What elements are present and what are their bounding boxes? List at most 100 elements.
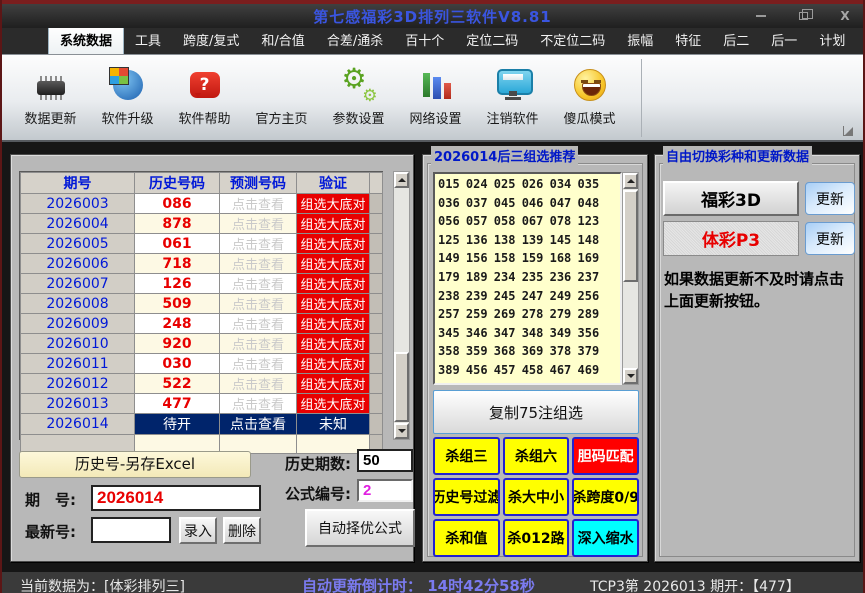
table-scrollbar[interactable] bbox=[393, 171, 410, 440]
dialog-launcher-icon[interactable] bbox=[843, 126, 853, 136]
menu-tab[interactable]: 不定位二码 bbox=[529, 26, 616, 54]
menu-tab[interactable]: 和/合值 bbox=[250, 26, 315, 54]
menu-tab-strip: 系统数据 工具 跨度/复式 和/合值 合差/通杀 百十个 定位二码 不定位二码 振幅 特征 后二 后一… bbox=[2, 25, 865, 54]
menu-tab[interactable]: 特征 bbox=[664, 26, 712, 54]
toolbar-button[interactable]: 傻瓜模式 bbox=[551, 63, 628, 127]
formula-number-label: 公式编号: bbox=[285, 485, 351, 503]
history-panel: 期号 历史号码 预测号码 验证 2026003 086 点击查看 组选大底对 2… bbox=[10, 154, 415, 562]
toolbar-button[interactable]: 数据更新 bbox=[12, 63, 89, 127]
scroll-up-icon[interactable] bbox=[394, 172, 409, 188]
table-row: 2026005 061 点击查看 组选大底对 bbox=[20, 233, 383, 254]
table-row: 2026013 477 点击查看 组选大底对 bbox=[20, 393, 383, 414]
filter-button[interactable]: 杀大中小 bbox=[502, 478, 570, 516]
export-excel-button[interactable]: 历史号-另存Excel bbox=[19, 451, 251, 478]
main-content: 期号 历史号码 预测号码 验证 2026003 086 点击查看 组选大底对 2… bbox=[2, 142, 863, 572]
minimize-icon bbox=[756, 15, 766, 17]
period-label: 期 号: bbox=[25, 491, 76, 509]
filter-button[interactable]: 杀和值 bbox=[433, 519, 500, 557]
filter-button[interactable]: 杀跨度0/9 bbox=[572, 478, 639, 516]
table-row: 2026011 030 点击查看 组选大底对 bbox=[20, 353, 383, 374]
table-row: 2026010 920 点击查看 组选大底对 bbox=[20, 333, 383, 354]
table-row: 2026008 509 点击查看 组选大底对 bbox=[20, 293, 383, 314]
formula-number-input[interactable] bbox=[357, 479, 413, 502]
history-count-label: 历史期数: bbox=[285, 455, 351, 473]
menu-tab[interactable]: 定位二码 bbox=[455, 26, 529, 54]
auto-formula-button[interactable]: 自动择优公式 bbox=[305, 509, 415, 547]
close-button[interactable]: X bbox=[837, 8, 853, 24]
table-row: 2026012 522 点击查看 组选大底对 bbox=[20, 373, 383, 394]
col-header-verify: 验证 bbox=[296, 172, 370, 194]
menu-tab[interactable]: 合差/通杀 bbox=[316, 26, 394, 54]
app-window: 第七感福彩3D排列三软件V8.81 X 系统数据 工具 跨度/复式 和/合值 合差/通杀… bbox=[0, 0, 865, 593]
col-header-filler bbox=[369, 172, 383, 194]
restore-icon bbox=[798, 9, 813, 20]
table-row: 2026003 086 点击查看 组选大底对 bbox=[20, 193, 383, 214]
menu-tab[interactable]: 工具 bbox=[124, 26, 172, 54]
title-bar: 第七感福彩3D排列三软件V8.81 X bbox=[2, 4, 863, 28]
recommendation-group-title: 2026014后三组选推荐 bbox=[431, 146, 579, 165]
col-header-history: 历史号码 bbox=[134, 172, 220, 194]
toolbar-ribbon: 数据更新 软件升级 软件帮助 官方主页 参数设置 网络设置 bbox=[8, 59, 642, 137]
countdown-label: 自动更新倒计时： bbox=[302, 577, 423, 593]
entry-button[interactable]: 录入 bbox=[179, 517, 217, 544]
lottery-group-title: 自由切换彩种和更新数据 bbox=[663, 146, 813, 165]
menu-tab[interactable]: 跨度/复式 bbox=[172, 26, 250, 54]
filter-button[interactable]: 杀012路 bbox=[502, 519, 570, 557]
tcp3-lottery-button[interactable]: 体彩P3 bbox=[663, 221, 799, 256]
filter-button[interactable]: 杀组三 bbox=[433, 437, 500, 475]
toolbar-button[interactable]: 软件帮助 bbox=[166, 63, 243, 127]
logout-icon bbox=[494, 65, 533, 105]
menu-tab[interactable]: 百十个 bbox=[394, 26, 455, 54]
current-data-status: 当前数据为：[体彩排列三] bbox=[20, 579, 185, 593]
scroll-down-icon[interactable] bbox=[394, 423, 409, 439]
update-hint-text: 如果数据更新不及时请点击上面更新按钮。 bbox=[664, 270, 845, 310]
scroll-thumb[interactable] bbox=[623, 190, 638, 282]
minimize-button[interactable] bbox=[753, 8, 769, 24]
countdown-value: 14时42分58秒 bbox=[427, 577, 535, 593]
menu-tab[interactable]: 后二 bbox=[712, 26, 760, 54]
toolbar-button[interactable]: 官方主页 bbox=[243, 63, 320, 127]
upgrade-icon bbox=[108, 65, 147, 105]
delete-button[interactable]: 删除 bbox=[223, 517, 261, 544]
menu-tab[interactable]: 振幅 bbox=[616, 26, 664, 54]
window-title: 第七感福彩3D排列三软件V8.81 bbox=[313, 7, 552, 26]
filter-button[interactable]: 杀组六 bbox=[502, 437, 570, 475]
toolbar-button[interactable]: 软件升级 bbox=[89, 63, 166, 127]
help-icon bbox=[186, 65, 224, 105]
restore-button[interactable] bbox=[795, 8, 813, 24]
recommended-numbers-textarea[interactable]: 015 024 025 026 034 035 036 037 045 046 … bbox=[433, 172, 622, 385]
menu-tab[interactable]: 系统数据 bbox=[48, 25, 125, 54]
close-icon: X bbox=[840, 9, 850, 23]
copy-selections-button[interactable]: 复制75注组选 bbox=[433, 390, 639, 434]
toolbar-button[interactable]: 网络设置 bbox=[397, 63, 474, 127]
filter-button[interactable]: 胆码匹配 bbox=[572, 437, 639, 475]
latest-number-input[interactable] bbox=[91, 517, 171, 543]
toolbar-button[interactable]: 参数设置 bbox=[320, 62, 397, 127]
table-row: 2026009 248 点击查看 组选大底对 bbox=[20, 313, 383, 334]
col-header-predict: 预测号码 bbox=[219, 172, 297, 194]
filter-button[interactable]: 历史号过滤 bbox=[433, 478, 500, 516]
toolbar-button[interactable]: 注销软件 bbox=[474, 63, 551, 127]
update-tcp3-button[interactable]: 更新 bbox=[805, 222, 855, 255]
history-count-input[interactable] bbox=[357, 449, 413, 472]
update-fc3d-button[interactable]: 更新 bbox=[805, 182, 855, 215]
recommendation-panel: 2026014后三组选推荐 015 024 025 026 034 035 03… bbox=[422, 146, 648, 562]
scroll-up-icon[interactable] bbox=[623, 173, 638, 189]
home-icon bbox=[263, 65, 301, 105]
numbers-scrollbar[interactable] bbox=[622, 172, 639, 385]
menu-tab[interactable]: 计划 bbox=[808, 26, 856, 54]
history-table: 期号 历史号码 预测号码 验证 2026003 086 点击查看 组选大底对 2… bbox=[19, 171, 383, 454]
scroll-down-icon[interactable] bbox=[623, 368, 638, 384]
table-row: 2026014 待开 点击查看 未知 bbox=[20, 413, 383, 435]
chip-icon bbox=[32, 65, 70, 105]
menu-tab[interactable]: 计划2 bbox=[856, 26, 865, 54]
filter-button-grid: 杀组三 杀组六 胆码匹配历史号过滤 杀大中小 杀跨度0/9 杀和值 杀012路 深入缩水 bbox=[433, 437, 639, 557]
menu-tab[interactable]: 后一 bbox=[760, 26, 808, 54]
lottery-switch-panel: 自由切换彩种和更新数据 福彩3D 更新 体彩P3 更新 如果数据更新不及时请点击… bbox=[654, 146, 860, 562]
fc3d-lottery-button[interactable]: 福彩3D bbox=[663, 181, 799, 216]
table-row: 2026004 878 点击查看 组选大底对 bbox=[20, 213, 383, 234]
period-input[interactable] bbox=[91, 485, 261, 511]
scroll-thumb[interactable] bbox=[394, 352, 409, 422]
filter-button[interactable]: 深入缩水 bbox=[572, 519, 639, 557]
latest-number-label: 最新号: bbox=[25, 523, 76, 541]
